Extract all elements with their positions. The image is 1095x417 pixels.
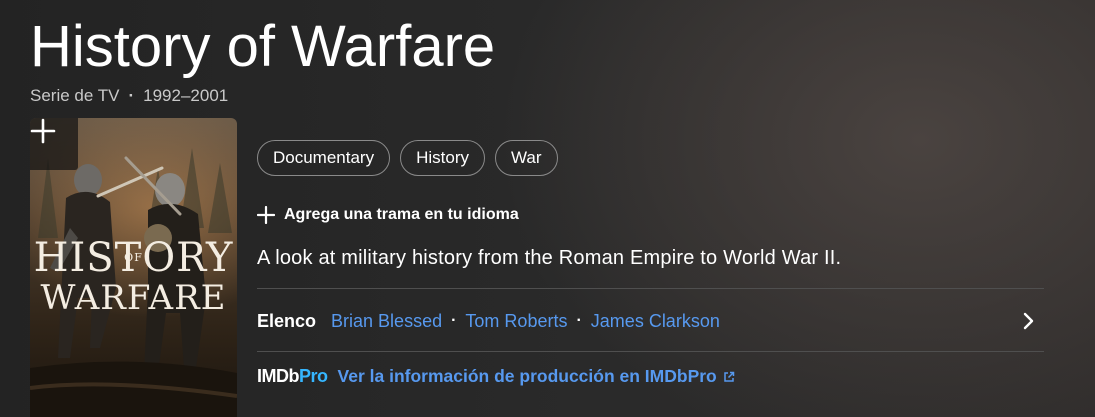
imdbpro-row: IMDbPro Ver la información de producción… [257, 366, 735, 387]
poster-title-of: OF [124, 251, 143, 264]
add-plot-label: Agrega una trama en tu idioma [284, 206, 519, 223]
title-meta: Serie de TV · 1992–2001 [30, 86, 228, 106]
series-years: 1992–2001 [143, 86, 229, 105]
imdbpro-logo: IMDbPro [257, 366, 328, 387]
plot-summary: A look at military history from the Roma… [257, 247, 842, 269]
series-type: Serie de TV [30, 86, 120, 105]
external-link-icon [724, 371, 734, 382]
cast-member-link[interactable]: James Clarkson [591, 311, 720, 332]
divider [257, 288, 1044, 289]
cast-member-link[interactable]: Tom Roberts [465, 311, 567, 332]
cast-member-link[interactable]: Brian Blessed [331, 311, 442, 332]
imdbpro-link-label: Ver la información de producción en IMDb… [337, 366, 717, 386]
imdbpro-logo-pro: Pro [299, 366, 328, 386]
imdbpro-logo-imdb: IMDb [257, 366, 300, 386]
plus-icon [257, 206, 275, 224]
imdbpro-production-link[interactable]: Ver la información de producción en IMDb… [338, 366, 735, 387]
add-to-watchlist-button[interactable] [30, 118, 78, 170]
poster-image[interactable]: HISTORY OF WARFARE [30, 118, 237, 417]
poster-title-line2: WARFARE [40, 278, 227, 318]
chevron-right-icon[interactable] [1022, 311, 1036, 331]
genre-chip-documentary[interactable]: Documentary [257, 140, 391, 176]
divider [257, 351, 1044, 352]
genre-chips: Documentary History War [257, 140, 558, 176]
genre-chip-history[interactable]: History [400, 140, 486, 176]
cast-separator: · [576, 312, 582, 329]
plus-icon [30, 118, 56, 144]
cast-separator: · [451, 312, 457, 329]
meta-separator: · [128, 86, 135, 105]
genre-chip-war[interactable]: War [495, 140, 558, 176]
cast-row[interactable]: Elenco Brian Blessed · Tom Roberts · Jam… [257, 300, 1044, 342]
add-plot-button[interactable]: Agrega una trama en tu idioma [257, 206, 519, 224]
cast-label: Elenco [257, 310, 317, 331]
page-title: History of Warfare [30, 14, 496, 79]
